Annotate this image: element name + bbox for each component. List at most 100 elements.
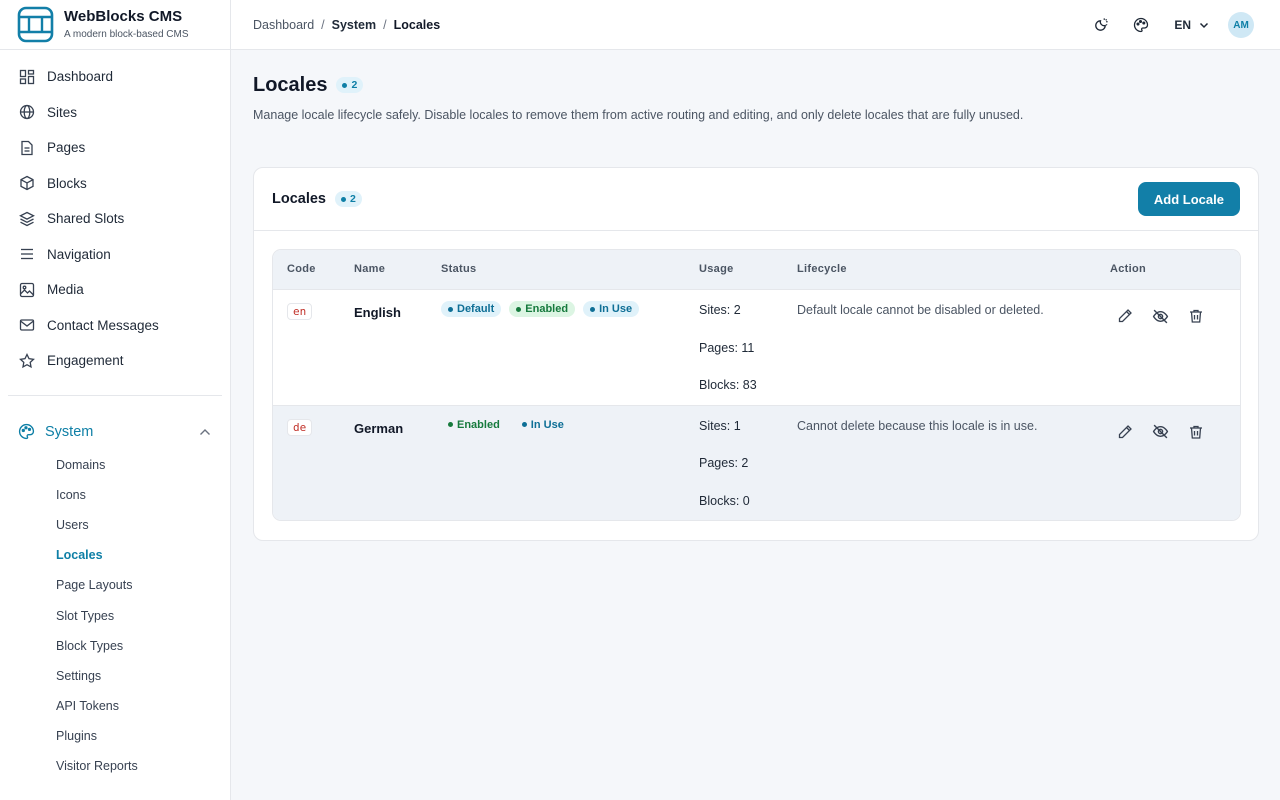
sidebar: WebBlocks CMS A modern block-based CMS D… — [0, 0, 231, 800]
sidebar-subitem-block-types[interactable]: Block Types — [0, 631, 230, 661]
main-nav: Dashboard Sites Pages Blocks Shared Slot… — [0, 50, 230, 379]
sidebar-subitem-visitor-reports[interactable]: Visitor Reports — [0, 751, 230, 781]
column-header-status: Status — [441, 263, 477, 275]
breadcrumb-current: Locales — [393, 17, 441, 32]
usage-sites: Sites: 2 — [699, 303, 741, 317]
sidebar-subitem-users[interactable]: Users — [0, 510, 230, 540]
card-header: Locales 2 Add Locale — [254, 168, 1258, 231]
status-badge-enabled: Enabled — [441, 417, 507, 433]
edit-icon[interactable] — [1115, 422, 1135, 442]
palette-icon[interactable] — [1128, 12, 1154, 38]
sidebar-item-dashboard[interactable]: Dashboard — [0, 59, 230, 95]
sidebar-item-label: Dashboard — [47, 69, 114, 85]
status-badge-enabled: Enabled — [509, 301, 576, 317]
sidebar-item-shared-slots[interactable]: Shared Slots — [0, 201, 230, 237]
sidebar-divider — [8, 394, 222, 396]
status-badges: Enabled In Use — [441, 417, 579, 433]
page-header: Locales 2 — [253, 72, 1258, 98]
status-badge-in-use: In Use — [515, 417, 571, 433]
column-header-name: Name — [354, 263, 386, 275]
column-header-action: Action — [1110, 263, 1147, 275]
table-row: en English Default Enabled In Use Sites:… — [273, 290, 1240, 406]
lifecycle-note: Default locale cannot be disabled or del… — [797, 303, 1044, 317]
eye-off-icon[interactable] — [1151, 422, 1171, 442]
sidebar-subitem-locales[interactable]: Locales — [0, 540, 230, 570]
logo-icon — [17, 6, 54, 43]
locale-code: en — [287, 303, 313, 320]
table-header: Code Name Status Usage Lifecycle Action — [273, 250, 1240, 290]
status-badges: Default Enabled In Use — [441, 301, 647, 317]
sidebar-item-media[interactable]: Media — [0, 272, 230, 308]
sidebar-subitem-plugins[interactable]: Plugins — [0, 721, 230, 751]
sidebar-group-system[interactable]: System — [0, 414, 230, 450]
usage-blocks: Blocks: 0 — [699, 493, 750, 508]
add-locale-button[interactable]: Add Locale — [1137, 182, 1240, 216]
sidebar-item-sites[interactable]: Sites — [0, 95, 230, 131]
mail-icon — [19, 317, 35, 333]
status-badge-in-use: In Use — [583, 301, 640, 317]
column-header-lifecycle: Lifecycle — [797, 263, 847, 275]
sidebar-item-label: Blocks — [47, 175, 87, 191]
dashboard-icon — [19, 69, 35, 85]
breadcrumb-separator: / — [383, 17, 387, 32]
brand[interactable]: WebBlocks CMS A modern block-based CMS — [0, 0, 230, 50]
status-badge-default: Default — [441, 301, 502, 317]
trash-icon[interactable] — [1186, 306, 1206, 326]
cube-icon — [19, 175, 35, 191]
sidebar-subitem-domains[interactable]: Domains — [0, 450, 230, 480]
palette-icon — [18, 423, 35, 440]
chevron-down-icon — [1199, 22, 1209, 29]
usage-pages: Pages: 2 — [699, 456, 749, 470]
sidebar-item-label: Pages — [47, 140, 86, 156]
breadcrumb-system[interactable]: System — [332, 18, 376, 32]
column-header-usage: Usage — [699, 263, 734, 275]
locales-card: Locales 2 Add Locale Code Name Status Us… — [253, 167, 1259, 541]
breadcrumb-separator: / — [321, 17, 325, 32]
globe-icon — [19, 104, 35, 120]
locale-name: English — [354, 305, 401, 320]
sidebar-item-contact-messages[interactable]: Contact Messages — [0, 308, 230, 344]
sidebar-group-label: System — [45, 423, 94, 440]
sidebar-subitem-settings[interactable]: Settings — [0, 661, 230, 691]
sidebar-item-label: Sites — [47, 104, 78, 120]
usage-stats: Sites: 2 Pages: 11 Blocks: 83 — [699, 303, 757, 416]
usage-pages: Pages: 11 — [699, 340, 755, 355]
breadcrumb-dashboard[interactable]: Dashboard — [253, 18, 314, 32]
theme-toggle-icon[interactable] — [1087, 12, 1113, 38]
sidebar-subitem-api-tokens[interactable]: API Tokens — [0, 691, 230, 721]
system-submenu: Domains Icons Users Locales Page Layouts… — [0, 450, 230, 782]
image-icon — [19, 282, 35, 298]
sidebar-item-label: Media — [47, 282, 84, 298]
sidebar-item-engagement[interactable]: Engagement — [0, 343, 230, 379]
sidebar-subitem-slot-types[interactable]: Slot Types — [0, 600, 230, 630]
brand-subtitle: A modern block-based CMS — [64, 28, 189, 40]
sidebar-item-label: Engagement — [47, 353, 124, 369]
sidebar-item-pages[interactable]: Pages — [0, 130, 230, 166]
row-actions — [1115, 422, 1222, 442]
breadcrumb: Dashboard / System / Locales — [253, 18, 440, 32]
page-count-badge: 2 — [336, 77, 364, 93]
table-row: de German Enabled In Use Sites: 1 Pages:… — [273, 405, 1240, 520]
sidebar-subitem-icons[interactable]: Icons — [0, 480, 230, 510]
file-icon — [19, 140, 35, 156]
locale-code: de — [287, 418, 313, 436]
menu-icon — [19, 246, 35, 262]
eye-off-icon[interactable] — [1151, 306, 1171, 326]
avatar[interactable]: AM — [1228, 12, 1254, 38]
page-description: Manage locale lifecycle safely. Disable … — [253, 108, 1024, 122]
sidebar-subitem-page-layouts[interactable]: Page Layouts — [0, 570, 230, 600]
trash-icon[interactable] — [1186, 422, 1206, 442]
main-content: Locales 2 Manage locale lifecycle safely… — [231, 50, 1280, 800]
language-selector[interactable]: EN — [1174, 18, 1210, 32]
card-count-badge: 2 — [335, 191, 362, 207]
row-actions — [1115, 306, 1222, 326]
edit-icon[interactable] — [1115, 306, 1135, 326]
column-header-code: Code — [287, 263, 316, 275]
sidebar-item-navigation[interactable]: Navigation — [0, 237, 230, 273]
page-title: Locales — [253, 73, 328, 96]
chevron-up-icon — [200, 428, 210, 435]
sidebar-item-blocks[interactable]: Blocks — [0, 166, 230, 202]
topbar-actions: EN AM — [1072, 12, 1254, 38]
layers-icon — [19, 211, 35, 227]
topbar: Dashboard / System / Locales EN AM — [231, 0, 1280, 50]
